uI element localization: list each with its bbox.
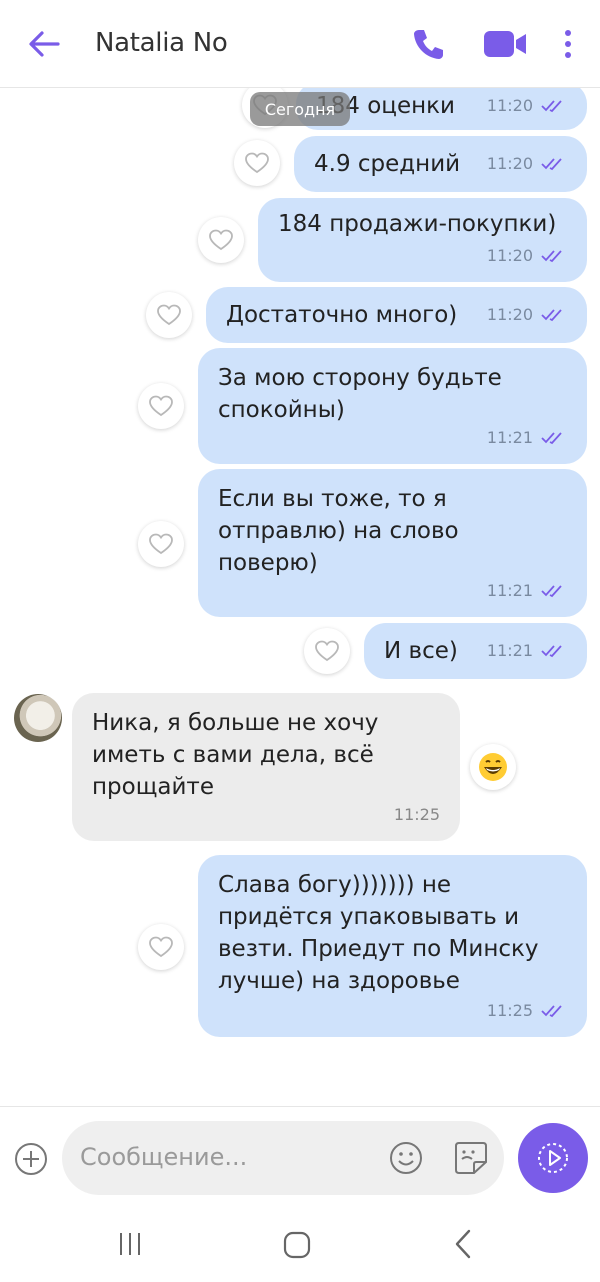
message-time: 11:21 (486, 581, 533, 600)
like-heart-icon[interactable] (138, 521, 184, 567)
recents-icon[interactable] (116, 1230, 144, 1258)
like-heart-icon[interactable] (138, 924, 184, 970)
contact-avatar[interactable] (14, 694, 62, 742)
send-button[interactable] (518, 1123, 588, 1193)
message-bubble-outgoing[interactable]: 4.9 средний 11:20 (294, 136, 587, 192)
message-meta: 11:25 (394, 799, 440, 831)
message-composer: Сообщение... (0, 1106, 600, 1206)
back-icon[interactable] (452, 1228, 474, 1260)
double-check-icon (541, 250, 562, 263)
message-text: Если вы тоже, то я отправлю) на слово по… (218, 486, 459, 576)
double-check-icon (541, 585, 562, 598)
like-heart-icon[interactable] (138, 383, 184, 429)
message-text: Слава богу))))))) не придётся упаковыват… (218, 872, 539, 994)
message-bubble-outgoing[interactable]: 184 продажи-покупки) 11:20 (258, 198, 587, 282)
message-meta: 11:25 (487, 995, 567, 1027)
message-time: 11:21 (486, 428, 533, 447)
message-meta: 11:20 (487, 299, 567, 331)
message-meta: 11:20 (487, 90, 567, 122)
grinning-face-icon[interactable] (470, 744, 516, 790)
plus-circle-icon[interactable] (14, 1142, 48, 1176)
message-bubble-outgoing[interactable]: За мою сторону будьте спокойны) 11:21 (198, 348, 587, 464)
like-heart-icon[interactable] (304, 628, 350, 674)
message-time: 11:20 (486, 305, 533, 324)
message-input[interactable]: Сообщение... (62, 1121, 504, 1195)
message-bubble-outgoing[interactable]: Если вы тоже, то я отправлю) на слово по… (198, 469, 587, 617)
double-check-icon (541, 100, 562, 113)
like-heart-icon[interactable] (234, 140, 280, 186)
message-meta: 11:20 (487, 148, 567, 180)
send-icon (538, 1143, 568, 1173)
message-text: За мою сторону будьте спокойны) (218, 365, 502, 423)
message-meta: 11:21 (487, 635, 567, 667)
back-arrow-icon[interactable] (24, 26, 64, 62)
message-input-placeholder: Сообщение... (80, 1143, 248, 1171)
sticker-icon[interactable] (452, 1140, 490, 1176)
system-navigation-bar (0, 1206, 600, 1282)
double-check-icon (541, 645, 562, 658)
message-list[interactable]: 184 оценки 11:20 Сегодня 4.9 средний 11:… (0, 88, 600, 1106)
double-check-icon (541, 309, 562, 322)
message-bubble-outgoing[interactable]: И все) 11:21 (364, 623, 587, 679)
message-bubble-outgoing[interactable]: Слава богу))))))) не придётся упаковыват… (198, 855, 587, 1037)
message-meta: 11:21 (487, 575, 567, 607)
like-heart-icon[interactable] (146, 292, 192, 338)
home-icon[interactable] (282, 1230, 312, 1260)
contact-name[interactable]: Natalia No (95, 28, 228, 58)
message-bubble-incoming[interactable]: Ника, я больше не хочу иметь с вами дела… (72, 693, 460, 841)
smiley-icon[interactable] (388, 1140, 424, 1176)
message-time: 11:20 (486, 96, 533, 115)
message-meta: 11:20 (487, 240, 567, 272)
message-time: 11:25 (486, 1001, 533, 1020)
date-separator: Сегодня (250, 92, 350, 126)
video-camera-icon[interactable] (482, 28, 528, 60)
message-meta: 11:21 (487, 422, 567, 454)
message-text: Ника, я больше не хочу иметь с вами дела… (92, 710, 379, 800)
message-time: 11:20 (486, 154, 533, 173)
double-check-icon (541, 432, 562, 445)
double-check-icon (541, 158, 562, 171)
message-time: 11:25 (393, 805, 440, 824)
message-text: 184 продажи-покупки) (278, 211, 557, 237)
message-time: 11:20 (486, 246, 533, 265)
like-heart-icon[interactable] (198, 217, 244, 263)
phone-icon[interactable] (410, 26, 446, 62)
message-bubble-outgoing[interactable]: Достаточно много) 11:20 (206, 287, 587, 343)
more-vertical-icon[interactable] (558, 26, 578, 62)
chat-header: Natalia No (0, 0, 600, 88)
double-check-icon (541, 1005, 562, 1018)
message-time: 11:21 (486, 641, 533, 660)
